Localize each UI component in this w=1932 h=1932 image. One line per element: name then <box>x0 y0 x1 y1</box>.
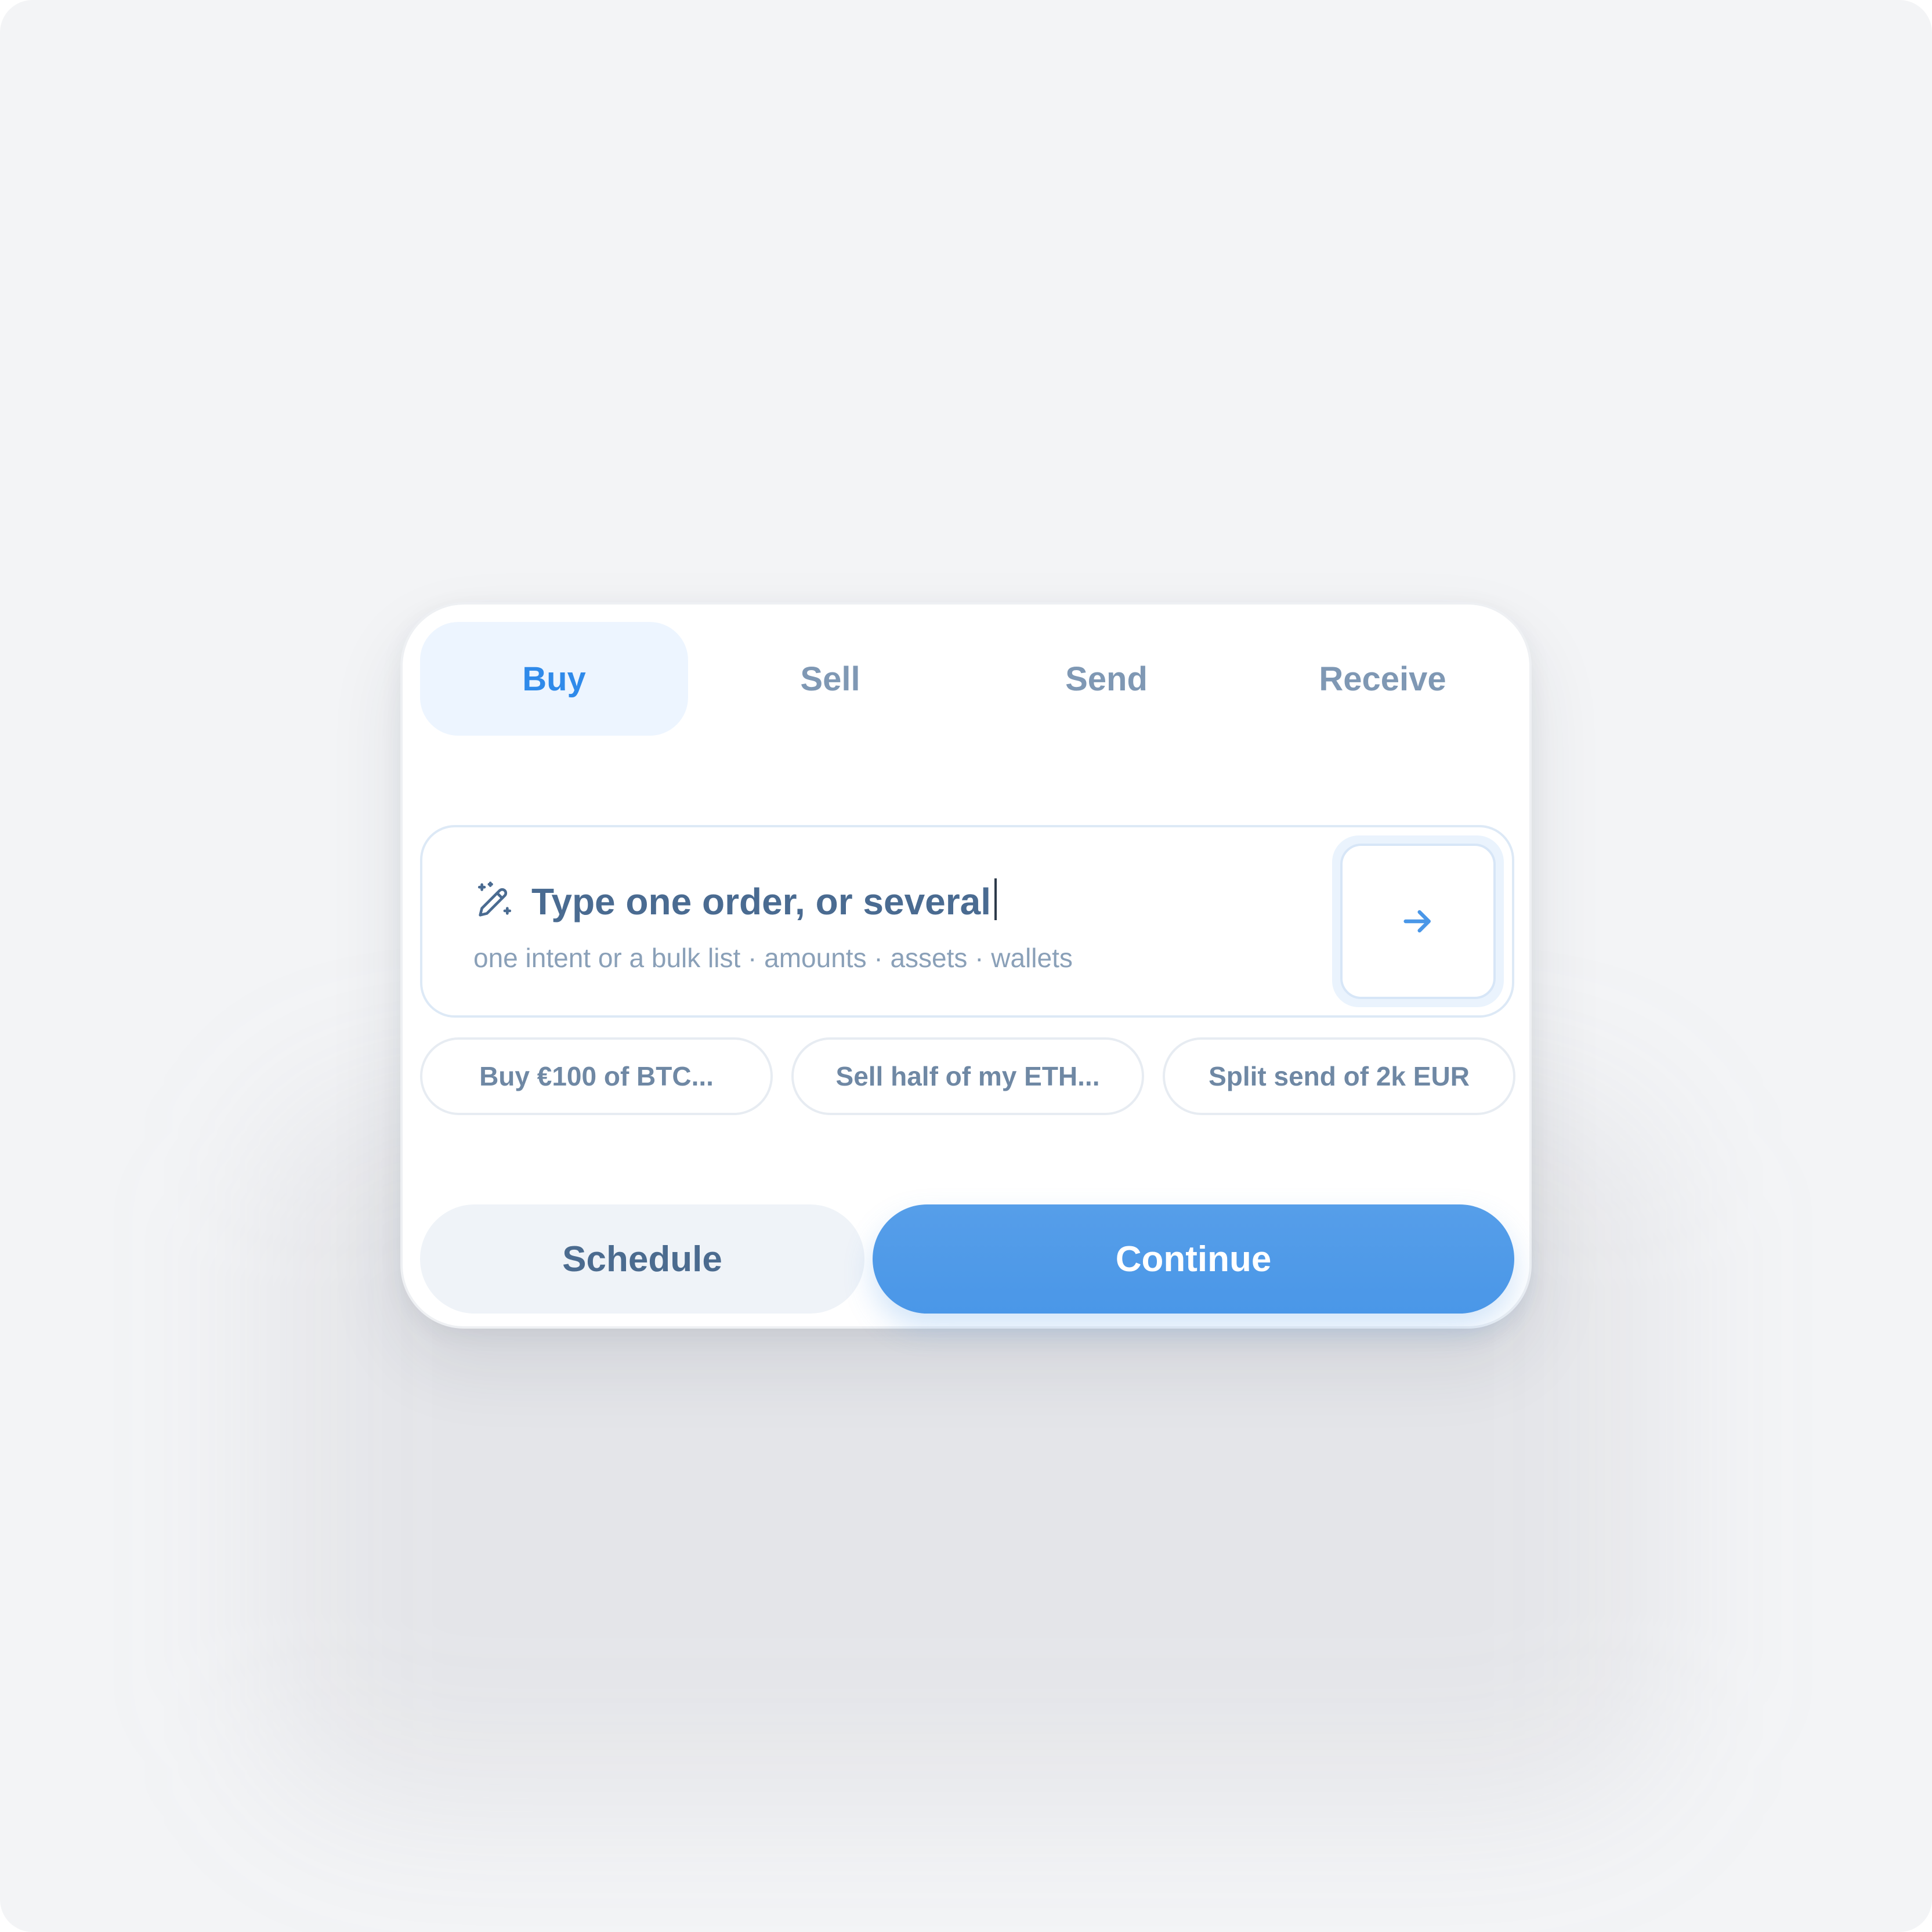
tab-sell[interactable]: Sell <box>696 622 964 736</box>
suggestion-chip-split-send[interactable]: Split send of 2k EUR <box>1163 1037 1515 1115</box>
tab-receive[interactable]: Receive <box>1249 622 1517 736</box>
suggestion-chip-sell[interactable]: Sell half of my ETH... <box>791 1037 1144 1115</box>
submit-focus-ring <box>1332 835 1504 1007</box>
input-value: Type one order, or several <box>531 881 992 922</box>
input-hint: one intent or a bulk list · amounts · as… <box>473 943 1073 973</box>
order-input[interactable]: Type one order, or several one intent or… <box>420 825 1514 1018</box>
tab-buy[interactable]: Buy <box>420 622 688 736</box>
input-text[interactable]: Type one order, or several <box>531 878 997 925</box>
action-tabs: Buy Sell Send Receive <box>420 622 1514 736</box>
text-caret <box>994 878 997 920</box>
suggestion-chip-buy[interactable]: Buy €100 of BTC... <box>420 1037 773 1115</box>
continue-button[interactable]: Continue <box>873 1204 1514 1314</box>
page-background: Buy Sell Send Receive Type one order, or… <box>0 0 1932 1932</box>
order-card: Buy Sell Send Receive Type one order, or… <box>400 602 1532 1329</box>
submit-button[interactable] <box>1340 844 1496 999</box>
tab-send[interactable]: Send <box>972 622 1240 736</box>
schedule-button[interactable]: Schedule <box>420 1204 864 1314</box>
suggestion-chips: Buy €100 of BTC... Sell half of my ETH..… <box>420 1037 1515 1115</box>
arrow-right-icon <box>1403 910 1431 933</box>
magic-pencil-icon <box>477 881 512 917</box>
